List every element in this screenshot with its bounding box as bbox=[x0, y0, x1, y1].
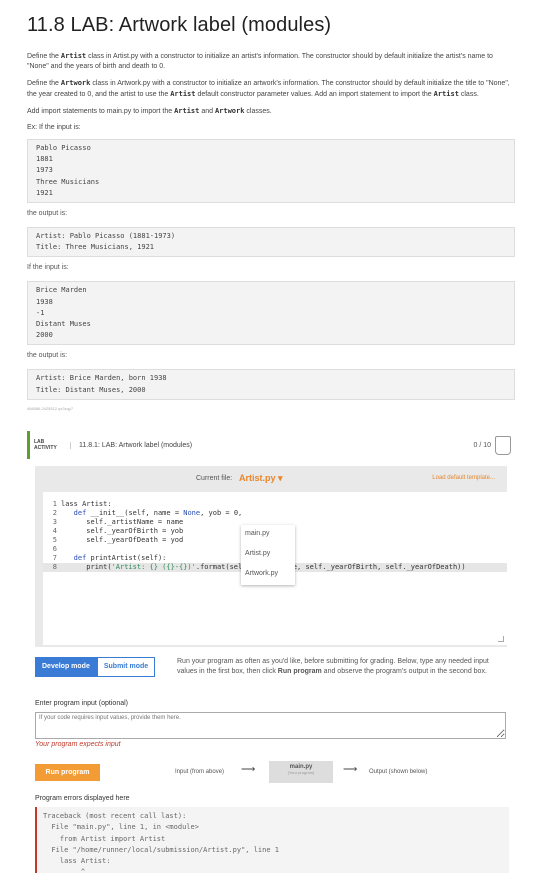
program-errors-output: Traceback (most recent call last): File … bbox=[35, 807, 509, 873]
file-option-main[interactable]: main.py bbox=[241, 525, 295, 545]
flow-output-label: Output (shown below) bbox=[369, 769, 428, 775]
if-input-label: If the input is: bbox=[27, 264, 69, 272]
program-errors-label: Program errors displayed here bbox=[35, 795, 130, 802]
lab-title: 11.8.1: LAB: Artwork label (modules) bbox=[70, 441, 192, 449]
paragraph-artwork: Define the Artwork class in Artwork.py w… bbox=[27, 79, 510, 98]
develop-mode-button[interactable]: Develop mode bbox=[35, 657, 97, 677]
example-label: Ex: If the input is: bbox=[27, 124, 81, 131]
line-number-gutter: 1 2 3 4 5 6 7 8 bbox=[52, 500, 57, 571]
activity-id: 466086.2425512.qx3zqy7 bbox=[27, 405, 74, 411]
example-2-input: Brice Marden 1938 -1 Distant Muses 2000 bbox=[27, 281, 515, 346]
lab-activity-tag: LAB ACTIVITY bbox=[34, 439, 57, 451]
file-option-artwork[interactable]: Artwork.py bbox=[241, 565, 295, 585]
mode-description: Run your program as often as you'd like,… bbox=[177, 658, 489, 675]
mode-toggle: Develop mode Submit mode bbox=[35, 657, 156, 677]
program-input-field[interactable] bbox=[35, 712, 506, 739]
lab-description: 11.8 LAB: Artwork label (modules) Define… bbox=[27, 0, 515, 421]
page-title: 11.8 LAB: Artwork label (modules) bbox=[27, 14, 332, 36]
main-program-box: main.py (Your program) bbox=[269, 761, 333, 783]
output-label-1: the output is: bbox=[27, 210, 68, 218]
example-2-output: Artist: Brice Marden, born 1938 Title: D… bbox=[27, 369, 515, 400]
code-line: lass Artist: bbox=[61, 500, 112, 508]
example-1-input: Pablo Picasso 1881 1973 Three Musicians … bbox=[27, 139, 515, 204]
current-file-select[interactable]: Artist.py ▾ bbox=[239, 473, 283, 484]
paragraph-imports: Add import statements to main.py to impo… bbox=[27, 107, 272, 115]
example-1-output: Artist: Pablo Picasso (1881-1973) Title:… bbox=[27, 227, 515, 258]
editor-panel: Current file: Artist.py ▾ Load default t… bbox=[35, 466, 507, 647]
arrow-right-icon: ⟶ bbox=[343, 764, 358, 775]
file-option-artist[interactable]: Artist.py bbox=[241, 545, 295, 565]
arrow-right-icon: ⟶ bbox=[241, 764, 256, 775]
lab-score: 0 / 10 bbox=[473, 441, 491, 449]
paragraph-artist: Define the Artist class in Artist.py wit… bbox=[27, 52, 493, 70]
output-label-2: the output is: bbox=[27, 352, 68, 360]
code-line: def __init__(self, name = None, yob = 0, bbox=[73, 509, 243, 517]
flow-input-label: Input (from above) bbox=[175, 769, 225, 775]
score-badge-icon bbox=[495, 435, 511, 455]
run-program-button[interactable]: Run program bbox=[35, 764, 100, 781]
current-file-bar: Current file: Artist.py ▾ Load default t… bbox=[35, 466, 507, 492]
file-dropdown: main.py Artist.py Artwork.py bbox=[241, 525, 295, 585]
lab-activity: LAB ACTIVITY 11.8.1: LAB: Artwork label … bbox=[27, 431, 515, 873]
submit-mode-button[interactable]: Submit mode bbox=[96, 657, 156, 677]
resize-handle-icon[interactable] bbox=[498, 636, 504, 642]
load-default-template-link[interactable]: Load default template... bbox=[432, 475, 495, 481]
expects-input-notice: Your program expects input bbox=[35, 741, 121, 748]
program-input-label: Enter program input (optional) bbox=[35, 700, 128, 707]
current-file-label: Current file: bbox=[196, 475, 233, 482]
lab-header: LAB ACTIVITY 11.8.1: LAB: Artwork label … bbox=[27, 431, 515, 459]
